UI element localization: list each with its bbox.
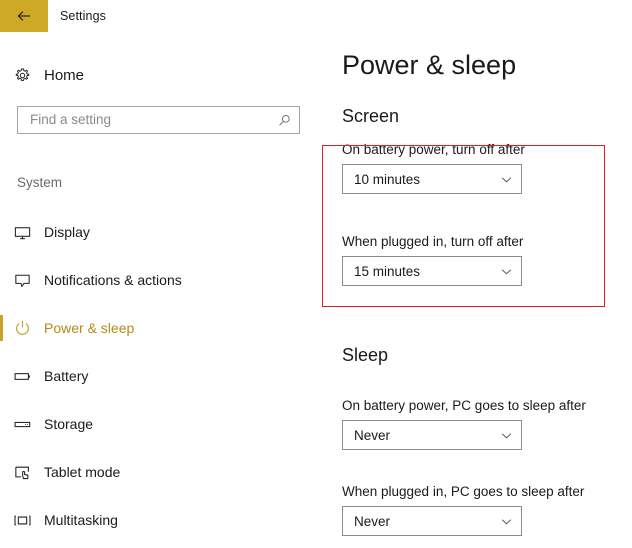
sidebar-item-battery[interactable]: Battery <box>0 352 320 400</box>
battery-icon <box>0 367 44 386</box>
chevron-down-icon[interactable] <box>491 265 521 278</box>
dropdown-sleep-when-plugged-in[interactable]: Never <box>342 506 522 536</box>
sidebar-item-storage[interactable]: Storage <box>0 400 320 448</box>
section-heading-screen: Screen <box>342 106 400 126</box>
back-button[interactable] <box>0 0 48 32</box>
chevron-down-icon[interactable] <box>491 515 521 528</box>
search-icon[interactable] <box>269 113 299 128</box>
sidebar-item-label: Battery <box>44 368 89 384</box>
field-label-screen-when-plugged-in: When plugged in, turn off after <box>342 234 524 249</box>
dropdown-screen-on-battery[interactable]: 10 minutes <box>342 164 522 194</box>
chevron-down-icon[interactable] <box>491 429 521 442</box>
sidebar-item-home-label: Home <box>44 66 85 84</box>
power-icon <box>0 319 44 338</box>
chevron-down-icon[interactable] <box>491 173 521 186</box>
sidebar-item-label: Display <box>44 224 90 240</box>
speech-bubble-icon <box>0 271 44 290</box>
dropdown-value: 15 minutes <box>354 263 421 279</box>
multitasking-icon <box>0 511 44 530</box>
field-label-sleep-on-battery: On battery power, PC goes to sleep after <box>342 398 586 413</box>
search-box[interactable] <box>17 106 300 134</box>
monitor-icon <box>0 223 44 242</box>
page-title: Power & sleep <box>342 50 517 80</box>
sidebar-item-notifications-actions[interactable]: Notifications & actions <box>0 256 320 304</box>
tablet-hand-icon <box>0 463 44 482</box>
title-bar: Settings <box>0 0 632 32</box>
sidebar-item-display[interactable]: Display <box>0 208 320 256</box>
dropdown-value: Never <box>354 513 391 529</box>
dropdown-value: 10 minutes <box>354 171 421 187</box>
sidebar: Home System Display <box>0 32 320 548</box>
sidebar-item-label: Storage <box>44 416 94 432</box>
dropdown-sleep-on-battery[interactable]: Never <box>342 420 522 450</box>
sidebar-item-power-sleep[interactable]: Power & sleep <box>0 304 320 352</box>
sidebar-item-label: Power & sleep <box>44 320 135 336</box>
sidebar-item-home[interactable]: Home <box>0 59 300 91</box>
sidebar-item-label: Notifications & actions <box>44 272 182 288</box>
section-heading-sleep: Sleep <box>342 345 389 365</box>
sidebar-item-tablet-mode[interactable]: Tablet mode <box>0 448 320 496</box>
dropdown-value: Never <box>354 427 391 443</box>
drive-icon <box>0 415 44 434</box>
dropdown-screen-when-plugged-in[interactable]: 15 minutes <box>342 256 522 286</box>
search-input[interactable] <box>18 107 269 133</box>
field-label-screen-on-battery: On battery power, turn off after <box>342 142 525 157</box>
sidebar-group-title: System <box>17 175 63 190</box>
field-label-sleep-when-plugged-in: When plugged in, PC goes to sleep after <box>342 484 585 499</box>
main-content: Power & sleep Screen On battery power, t… <box>320 32 632 548</box>
gear-icon <box>0 67 44 84</box>
sidebar-item-multitasking[interactable]: Multitasking <box>0 496 320 544</box>
back-arrow-icon <box>15 7 33 25</box>
window-title: Settings <box>60 9 106 23</box>
sidebar-nav-list: Display Notifications & actions Power & … <box>0 208 320 544</box>
sidebar-item-label: Tablet mode <box>44 464 121 480</box>
sidebar-item-label: Multitasking <box>44 512 118 528</box>
